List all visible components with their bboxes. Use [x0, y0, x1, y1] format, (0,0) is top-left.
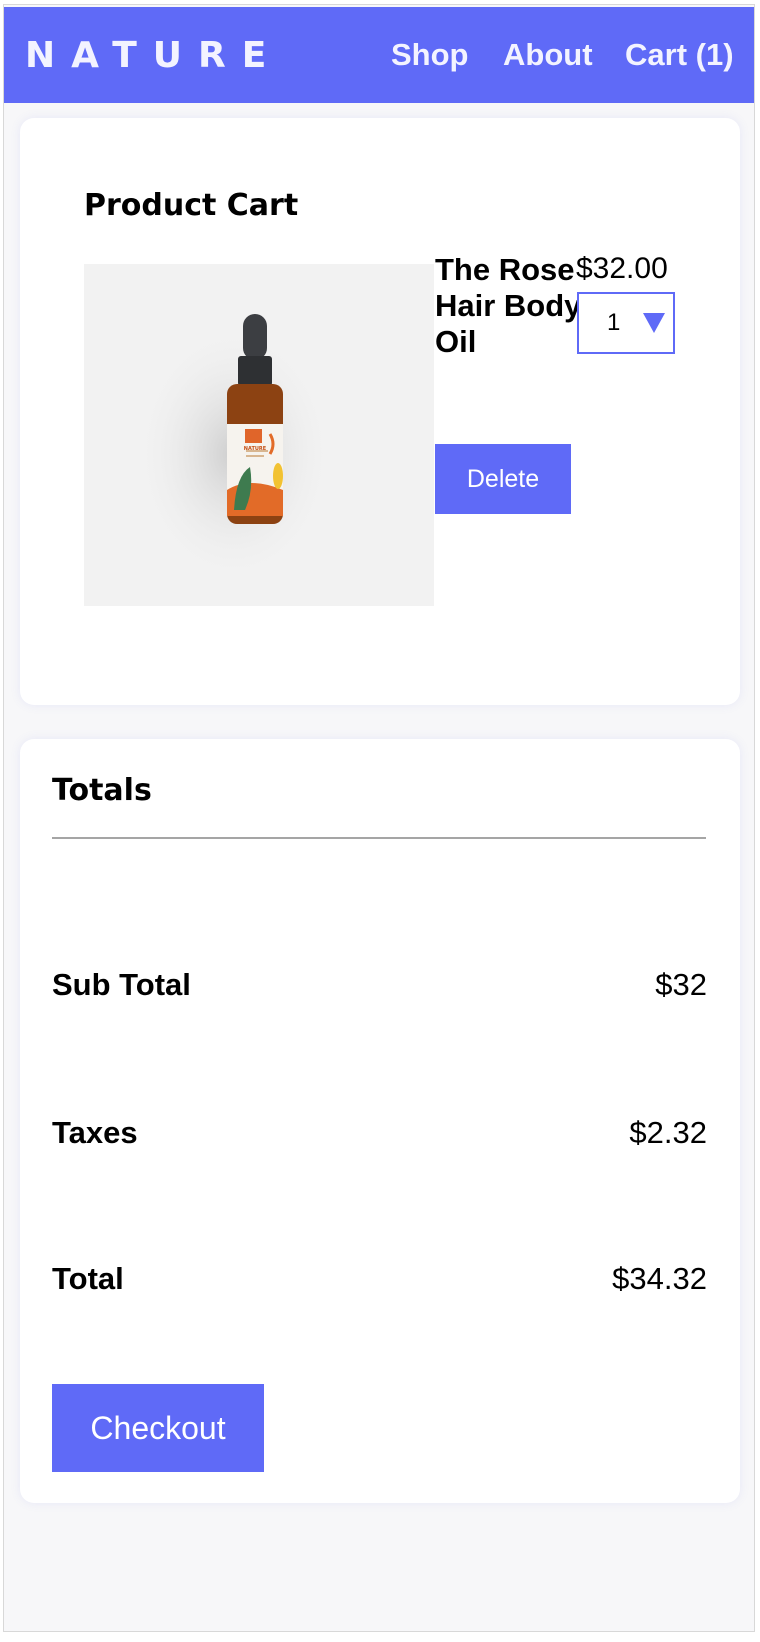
totals-card: Totals Sub Total $32 Taxes $2.32 Total $… — [20, 739, 740, 1503]
checkout-button[interactable]: Checkout — [52, 1384, 264, 1472]
taxes-label: Taxes — [52, 1115, 138, 1150]
totals-divider — [52, 837, 706, 839]
nav-cart-link[interactable]: Cart (1) — [625, 37, 734, 73]
dropdown-arrow-icon — [643, 313, 665, 333]
brand-logo[interactable]: NATURE — [25, 35, 282, 76]
total-value: $34.32 — [612, 1261, 707, 1296]
bottle-label-text: NATURE — [244, 446, 267, 452]
quantity-select[interactable]: 1 — [577, 292, 675, 354]
page-frame: NATURE Shop About Cart (1) Product Cart — [3, 4, 755, 1632]
product-name[interactable]: The Rose Hair Body Oil — [435, 252, 585, 360]
subtotal-label: Sub Total — [52, 967, 191, 1002]
oil-bottle-image: NATURE — [134, 314, 334, 584]
taxes-value: $2.32 — [629, 1115, 707, 1150]
totals-title: Totals — [52, 773, 152, 808]
nav-shop-link[interactable]: Shop — [391, 37, 469, 73]
subtotal-value: $32 — [655, 967, 707, 1002]
delete-button[interactable]: Delete — [435, 444, 571, 514]
product-cart-card: Product Cart NATURE The Rose Hair Body O… — [20, 118, 740, 705]
product-image: NATURE — [84, 264, 434, 606]
quantity-value: 1 — [607, 309, 621, 336]
product-price: $32.00 — [576, 252, 668, 285]
top-nav-bar: NATURE Shop About Cart (1) — [4, 7, 754, 103]
total-label: Total — [52, 1261, 124, 1296]
nav-about-link[interactable]: About — [503, 37, 593, 73]
cart-title: Product Cart — [84, 188, 299, 223]
